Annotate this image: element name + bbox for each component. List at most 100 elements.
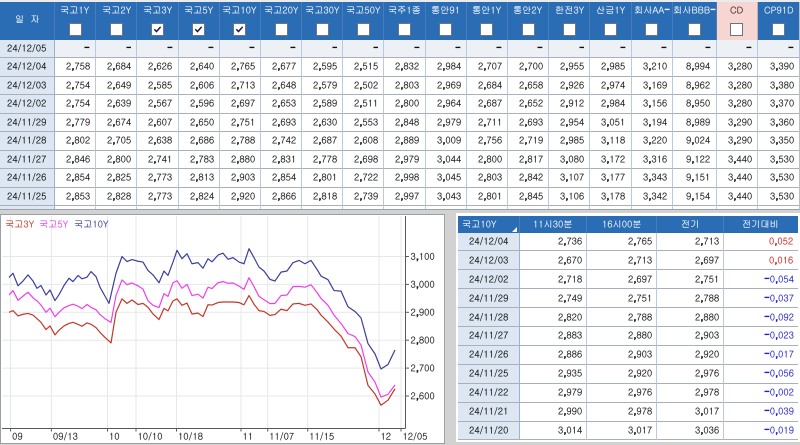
rt-prev-cell bbox=[657, 345, 724, 365]
yield-cell bbox=[590, 58, 632, 77]
checkbox-국고1Y[interactable] bbox=[68, 22, 82, 36]
date-cell bbox=[0, 76, 55, 95]
yield-cell bbox=[55, 95, 97, 114]
column-checkbox-cell-국주1종 bbox=[384, 20, 426, 40]
checkbox-국고30Y[interactable] bbox=[315, 22, 329, 36]
checkbox-국고10Y[interactable] bbox=[233, 22, 247, 36]
yield-cell bbox=[672, 132, 717, 151]
checkbox-CD[interactable] bbox=[730, 22, 744, 36]
checkbox-한전3Y[interactable] bbox=[562, 22, 576, 36]
yield-cell bbox=[178, 95, 220, 114]
rt-date-cell bbox=[458, 364, 520, 384]
yield-cell bbox=[96, 150, 138, 169]
yield-cell bbox=[716, 95, 758, 114]
rt-prev-cell bbox=[657, 270, 724, 290]
yield-cell bbox=[672, 39, 717, 58]
rt-date-cell bbox=[458, 289, 520, 309]
yield-cell bbox=[384, 169, 426, 188]
yield-cell bbox=[96, 113, 138, 132]
rt-change-cell bbox=[724, 270, 798, 290]
rt-header-16시00분[interactable] bbox=[587, 215, 657, 233]
yield-cell-partial bbox=[757, 206, 799, 209]
series-line-국고5Y bbox=[8, 276, 396, 398]
column-header-국고5Y bbox=[178, 2, 220, 20]
yield-cell-partial bbox=[260, 206, 303, 209]
yield-cell bbox=[757, 95, 799, 114]
date-cell bbox=[0, 150, 55, 169]
yield-cell bbox=[384, 76, 426, 95]
yield-cell bbox=[260, 132, 303, 151]
checkbox-국고3Y[interactable] bbox=[150, 22, 164, 36]
yield-cell-partial bbox=[466, 206, 509, 209]
rt-1130-cell bbox=[520, 251, 587, 271]
checkbox-회사BBB-[interactable] bbox=[687, 22, 701, 36]
checkbox-회사AA-[interactable] bbox=[645, 22, 659, 36]
yield-cell bbox=[343, 150, 385, 169]
rt-1600-cell bbox=[587, 327, 657, 346]
yield-cell bbox=[178, 39, 220, 58]
rt-date-cell bbox=[458, 327, 520, 346]
yield-cell bbox=[219, 76, 261, 95]
yield-cell bbox=[466, 113, 509, 132]
checkbox-CP91D[interactable] bbox=[771, 22, 785, 36]
yield-cell bbox=[716, 169, 758, 188]
checkbox-국고50Y[interactable] bbox=[356, 22, 370, 36]
rt-change-cell bbox=[724, 251, 798, 271]
rt-1600-cell bbox=[587, 270, 657, 290]
yield-cell bbox=[219, 150, 261, 169]
yield-cell bbox=[716, 76, 758, 95]
yield-cell bbox=[672, 76, 717, 95]
column-checkbox-cell-국고30Y bbox=[302, 20, 344, 40]
column-checkbox-cell-통안2Y bbox=[508, 20, 550, 40]
rt-1600-cell bbox=[587, 308, 657, 328]
column-header-회사AA- bbox=[631, 2, 673, 20]
yield-cell bbox=[757, 58, 799, 77]
yield-cell bbox=[716, 150, 758, 169]
checkbox-산금1Y[interactable] bbox=[604, 22, 618, 36]
checkbox-통안91[interactable] bbox=[439, 22, 453, 36]
yield-cell-partial bbox=[302, 206, 344, 209]
rt-1130-cell bbox=[520, 345, 587, 365]
legend-item-국고10Y bbox=[74, 219, 109, 229]
date-cell bbox=[0, 95, 55, 114]
yield-cell-partial bbox=[631, 206, 673, 209]
yield-cell bbox=[716, 187, 758, 206]
rt-header-11시30분[interactable] bbox=[520, 215, 587, 233]
date-cell-partial bbox=[0, 206, 55, 209]
checkbox-국고5Y[interactable] bbox=[192, 22, 206, 36]
checkbox-국주1종[interactable] bbox=[398, 22, 412, 36]
yield-cell bbox=[260, 187, 303, 206]
rt-1130-cell bbox=[520, 270, 587, 290]
yield-cell-partial bbox=[549, 206, 591, 209]
rt-change-cell bbox=[724, 327, 798, 346]
yield-cell bbox=[343, 95, 385, 114]
rt-header-국고10Y[interactable] bbox=[458, 215, 520, 233]
yield-cell bbox=[631, 95, 673, 114]
ktb10y-grid bbox=[458, 215, 798, 441]
checkbox-통안1Y[interactable] bbox=[480, 22, 494, 36]
yield-cell bbox=[590, 150, 632, 169]
rt-date-cell bbox=[458, 383, 520, 403]
yield-cell bbox=[137, 132, 179, 151]
yield-cell bbox=[55, 187, 97, 206]
yield-cell bbox=[549, 58, 591, 77]
date-column-header bbox=[0, 2, 55, 40]
rt-header-전기[interactable] bbox=[657, 215, 724, 233]
yield-cell bbox=[508, 132, 550, 151]
checkbox-국고2Y[interactable] bbox=[109, 22, 123, 36]
yield-cell bbox=[549, 113, 591, 132]
yield-cell bbox=[55, 39, 97, 58]
rt-header-전기대비[interactable] bbox=[724, 215, 798, 233]
rt-date-cell bbox=[458, 421, 520, 441]
checkbox-통안2Y[interactable] bbox=[521, 22, 535, 36]
yield-cell bbox=[590, 76, 632, 95]
date-cell bbox=[0, 132, 55, 151]
yield-cell bbox=[672, 150, 717, 169]
yield-cell bbox=[716, 113, 758, 132]
yield-cell bbox=[343, 113, 385, 132]
yield-cell bbox=[466, 58, 509, 77]
yield-cell-partial bbox=[590, 206, 632, 209]
yield-cell bbox=[302, 58, 344, 77]
checkbox-국고20Y[interactable] bbox=[274, 22, 288, 36]
yield-cell-partial bbox=[178, 206, 220, 209]
